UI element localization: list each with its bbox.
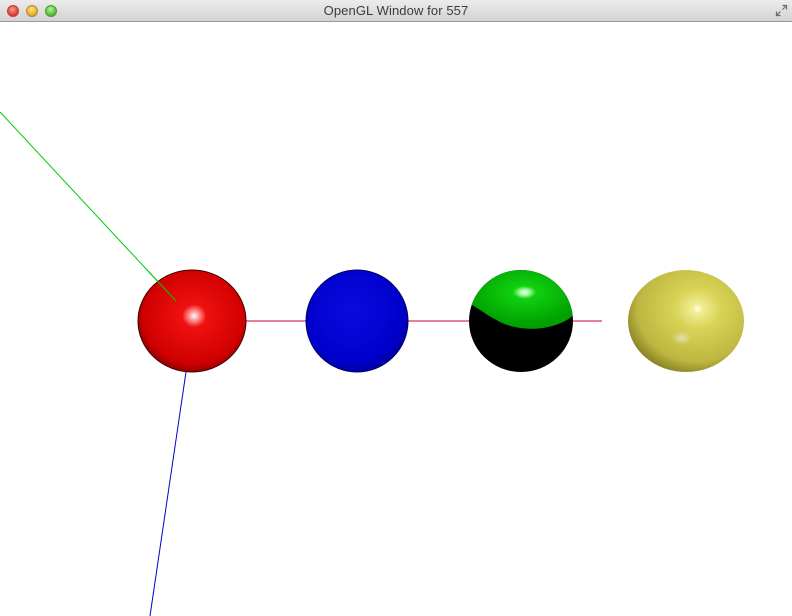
green-black-sphere [469,270,573,372]
fullscreen-icon[interactable] [775,4,788,17]
blue-sphere [305,269,409,373]
yellow-sphere [628,270,744,372]
z-axis [149,371,187,616]
opengl-viewport[interactable] [0,22,792,616]
window-title: OpenGL Window for 557 [323,3,469,18]
window-titlebar[interactable]: OpenGL Window for 557 [0,0,792,22]
red-sphere [137,269,247,373]
